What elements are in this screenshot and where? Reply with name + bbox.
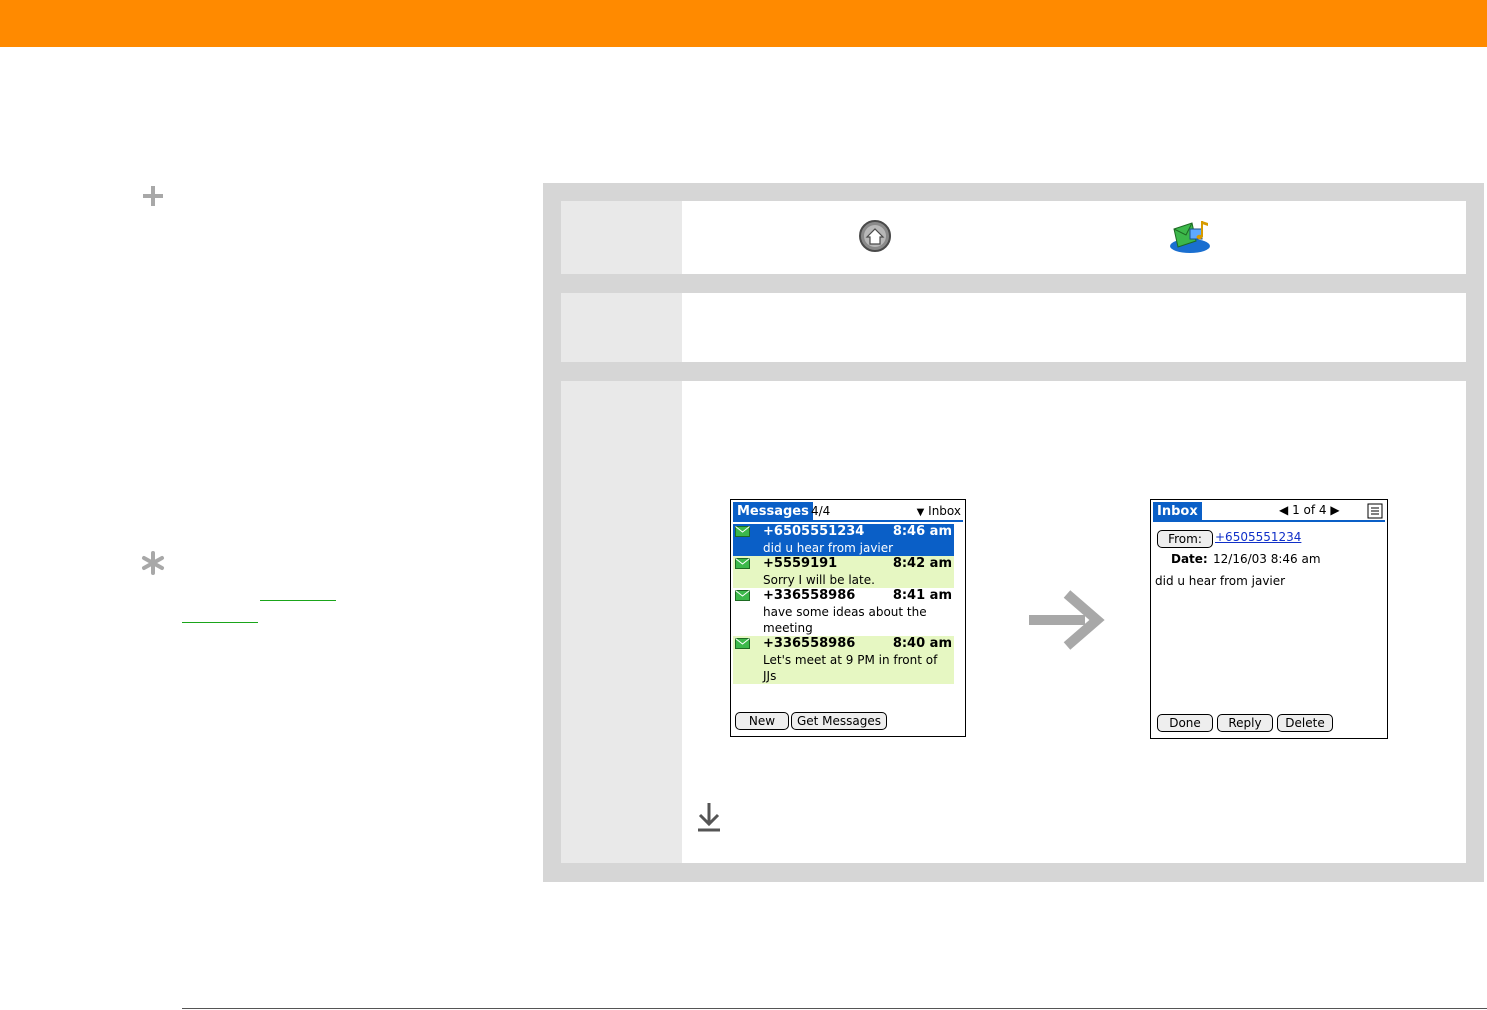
new-button[interactable]: New <box>735 712 789 730</box>
message-body: did u hear from javier <box>1155 574 1286 588</box>
step-2-number-cell <box>561 293 682 362</box>
envelope-icon <box>735 558 750 569</box>
messages-list-screen: Messages 4/4 ▼ Inbox +6505551234 8:46 am… <box>730 499 966 737</box>
home-icon <box>859 220 891 252</box>
message-time: 8:40 am <box>892 636 952 651</box>
step-1-number-cell <box>561 201 682 274</box>
date-label: Date: <box>1171 552 1208 566</box>
asterisk-icon <box>142 551 164 575</box>
message-row[interactable]: +336558986 8:41 am have some ideas about… <box>733 588 954 636</box>
message-time: 8:41 am <box>892 588 952 603</box>
download-arrow-icon <box>698 803 720 832</box>
previous-arrow-icon[interactable]: ◀ <box>1279 503 1288 517</box>
message-detail-screen: Inbox ◀ 1 of 4 ▶ From: +6505551234 Date:… <box>1150 499 1388 739</box>
message-time: 8:46 am <box>892 524 952 539</box>
arrow-right-icon <box>1029 590 1105 650</box>
message-count: 4/4 <box>811 504 831 518</box>
from-value-link[interactable]: +6505551234 <box>1215 529 1301 546</box>
message-preview: Sorry I will be late. <box>763 573 875 587</box>
message-row[interactable]: +5559191 8:42 am Sorry I will be late. <box>733 556 954 588</box>
step-3-body: Messages 4/4 ▼ Inbox +6505551234 8:46 am… <box>682 381 1466 863</box>
done-button[interactable]: Done <box>1157 714 1213 732</box>
envelope-icon <box>735 590 750 601</box>
message-preview: Let's meet at 9 PM in front of JJs <box>763 653 938 683</box>
envelope-icon <box>735 526 750 537</box>
reply-button[interactable]: Reply <box>1217 714 1273 732</box>
message-sender: +336558986 <box>763 636 856 651</box>
message-row[interactable]: +336558986 8:40 am Let's meet at 9 PM in… <box>733 636 954 684</box>
from-button[interactable]: From: <box>1157 530 1213 548</box>
dropdown-triangle-icon: ▼ <box>916 507 925 518</box>
message-sender: +5559191 <box>763 556 838 571</box>
next-arrow-icon[interactable]: ▶ <box>1330 503 1339 517</box>
steps-panel: Messages 4/4 ▼ Inbox +6505551234 8:46 am… <box>543 183 1484 882</box>
cross-reference-link[interactable] <box>182 604 258 623</box>
screen-title: Messages <box>733 502 813 521</box>
header-bar <box>0 0 1487 47</box>
message-row[interactable]: +6505551234 8:46 am did u hear from javi… <box>733 524 954 556</box>
sms-app-icon <box>1170 221 1210 253</box>
message-preview: have some ideas about the meeting <box>763 605 927 635</box>
step-3-number-cell <box>561 381 682 863</box>
menu-icon[interactable] <box>1367 503 1383 519</box>
screen-title: Inbox <box>1153 502 1202 521</box>
get-messages-button[interactable]: Get Messages <box>791 712 887 730</box>
date-value: 12/16/03 8:46 am <box>1213 552 1321 566</box>
pager: ◀ 1 of 4 ▶ <box>1279 502 1340 519</box>
pager-text: 1 of 4 <box>1292 503 1327 517</box>
step-2-body <box>682 293 1466 362</box>
message-sender: +6505551234 <box>763 524 865 539</box>
footer-rule <box>182 1008 1487 1009</box>
plus-icon <box>143 186 163 206</box>
message-preview: did u hear from javier <box>763 541 894 555</box>
delete-button[interactable]: Delete <box>1277 714 1333 732</box>
step-1-body <box>682 201 1466 274</box>
envelope-icon <box>735 638 750 649</box>
folder-picker[interactable]: ▼ Inbox <box>917 503 961 521</box>
message-sender: +336558986 <box>763 588 856 603</box>
cross-reference-link[interactable] <box>260 582 336 601</box>
folder-name: Inbox <box>928 504 961 518</box>
message-time: 8:42 am <box>892 556 952 571</box>
